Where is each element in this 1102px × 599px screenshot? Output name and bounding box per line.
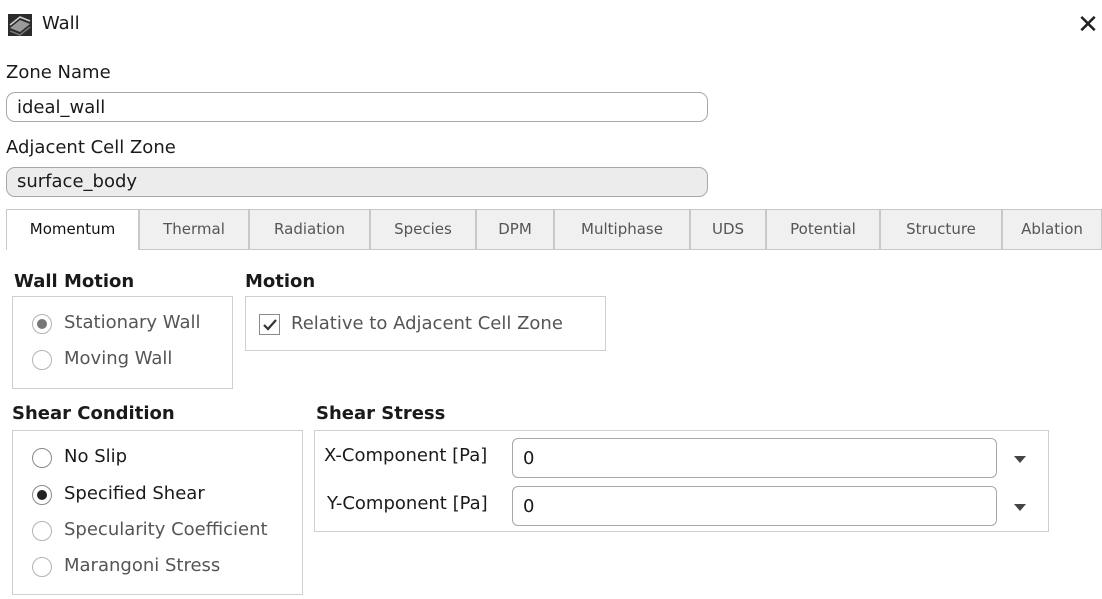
stationary-wall-label: Stationary Wall	[64, 312, 201, 333]
tab-bar: Momentum Thermal Radiation Species DPM M…	[6, 209, 1102, 251]
wall-icon	[8, 14, 32, 36]
x-component-dropdown-button[interactable]	[1009, 443, 1031, 473]
relative-to-adjacent-cell-zone-label: Relative to Adjacent Cell Zone	[291, 313, 563, 334]
close-button[interactable]: ✕	[1075, 10, 1101, 40]
window-title: Wall	[42, 13, 80, 34]
wall-motion-group	[12, 296, 233, 389]
y-component-dropdown-button[interactable]	[1009, 491, 1031, 521]
adjacent-cell-zone-label: Adjacent Cell Zone	[6, 137, 176, 158]
title-bar: Wall ✕	[0, 0, 1102, 54]
radio-selected-icon	[32, 485, 52, 505]
radio-empty-icon	[32, 557, 52, 577]
tab-uds[interactable]: UDS	[690, 209, 766, 250]
tab-species[interactable]: Species	[370, 209, 476, 250]
shear-condition-title: Shear Condition	[12, 403, 175, 424]
tab-potential[interactable]: Potential	[766, 209, 880, 250]
marangoni-stress-label: Marangoni Stress	[64, 555, 221, 576]
specified-shear-label: Specified Shear	[64, 483, 205, 504]
tab-multiphase[interactable]: Multiphase	[554, 209, 690, 250]
zone-name-input[interactable]	[6, 92, 708, 122]
checkbox-checked-icon	[259, 314, 280, 335]
radio-empty-icon	[32, 350, 52, 370]
x-component-label: X-Component [Pa]	[324, 445, 488, 466]
y-component-input[interactable]	[512, 486, 997, 526]
radio-empty-icon	[32, 521, 52, 541]
wall-motion-title: Wall Motion	[14, 271, 135, 292]
moving-wall-label: Moving Wall	[64, 348, 173, 369]
motion-title: Motion	[245, 271, 316, 292]
momentum-panel: Wall Motion Stationary Wall Moving Wall …	[0, 250, 1102, 599]
no-slip-label: No Slip	[64, 446, 128, 467]
y-component-label: Y-Component [Pa]	[327, 493, 488, 514]
specularity-coefficient-label: Specularity Coefficient	[64, 519, 268, 540]
zone-name-label: Zone Name	[6, 62, 111, 83]
tab-thermal[interactable]: Thermal	[139, 209, 249, 250]
tab-radiation[interactable]: Radiation	[249, 209, 370, 250]
radio-selected-icon	[32, 314, 52, 334]
radio-empty-icon	[32, 448, 52, 468]
shear-stress-title: Shear Stress	[316, 403, 446, 424]
close-icon: ✕	[1077, 10, 1099, 40]
tab-dpm[interactable]: DPM	[476, 209, 554, 250]
adjacent-cell-zone-field: surface_body	[6, 167, 708, 197]
tab-ablation[interactable]: Ablation	[1002, 209, 1102, 250]
x-component-input[interactable]	[512, 438, 997, 478]
tab-structure[interactable]: Structure	[880, 209, 1002, 250]
tab-momentum[interactable]: Momentum	[6, 209, 139, 251]
